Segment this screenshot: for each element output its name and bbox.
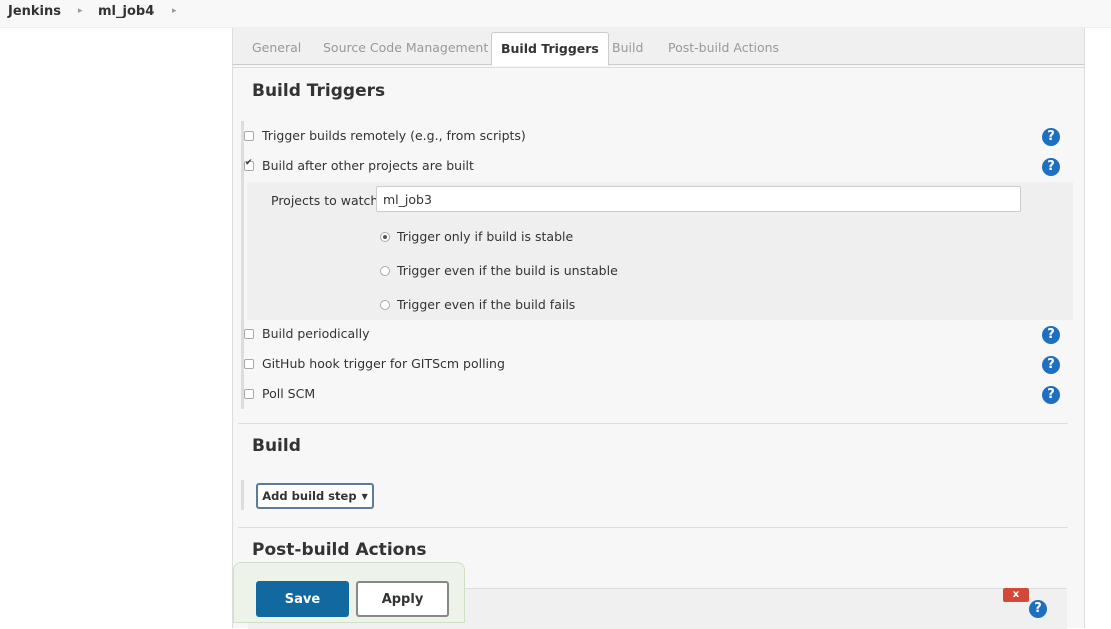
build-triggers-heading: Build Triggers (252, 81, 386, 101)
add-build-step-button[interactable]: Add build step ▼ (256, 483, 374, 509)
radio-unstable-row[interactable]: Trigger even if the build is unstable (380, 263, 618, 278)
github-hook-row[interactable]: GitHub hook trigger for GITScm polling (244, 356, 505, 371)
breadcrumb-separator-icon[interactable]: ▸ (78, 6, 83, 16)
help-icon[interactable]: ? (1042, 386, 1060, 404)
caret-down-icon: ▼ (361, 491, 368, 501)
breadcrumb-separator-icon[interactable]: ▸ (172, 6, 177, 16)
radio-fails[interactable] (380, 299, 390, 310)
build-after-label: Build after other projects are built (262, 158, 474, 173)
save-button[interactable]: Save (256, 581, 349, 617)
divider (238, 527, 1068, 528)
radio-stable-row[interactable]: Trigger only if build is stable (380, 229, 573, 244)
radio-unstable-label: Trigger even if the build is unstable (397, 263, 618, 278)
tab-build-triggers[interactable]: Build Triggers (491, 32, 609, 66)
help-icon[interactable]: ? (1042, 128, 1060, 146)
tab-general[interactable]: General (252, 40, 301, 55)
config-tabs: General Source Code Management Build Tri… (233, 28, 1084, 66)
build-periodically-checkbox[interactable] (244, 328, 254, 339)
tab-post-build-actions[interactable]: Post-build Actions (668, 40, 779, 55)
help-icon[interactable]: ? (1042, 326, 1060, 344)
build-periodically-label: Build periodically (262, 326, 370, 341)
radio-stable-label: Trigger only if build is stable (397, 229, 574, 244)
build-after-options: Projects to watch Trigger only if build … (247, 182, 1073, 320)
config-panel: General Source Code Management Build Tri… (232, 28, 1085, 629)
radio-fails-row[interactable]: Trigger even if the build fails (380, 297, 575, 312)
radio-fails-label: Trigger even if the build fails (397, 297, 576, 312)
help-icon[interactable]: ? (1042, 158, 1060, 176)
delete-action-button[interactable]: x (1003, 588, 1029, 602)
build-after-row[interactable]: Build after other projects are built (244, 158, 474, 173)
trigger-remote-row[interactable]: Trigger builds remotely (e.g., from scri… (244, 128, 526, 143)
help-icon[interactable]: ? (1042, 356, 1060, 374)
save-apply-bar: Save Apply (233, 562, 465, 623)
radio-stable[interactable] (380, 231, 390, 242)
breadcrumb-job[interactable]: ml_job4 (98, 4, 154, 19)
projects-to-watch-input[interactable] (376, 186, 1021, 212)
section-indent-bar (241, 480, 244, 510)
trigger-remote-checkbox[interactable] (244, 130, 254, 141)
add-build-step-label: Add build step (262, 489, 357, 503)
help-icon[interactable]: ? (1029, 600, 1047, 618)
tab-source-code-management[interactable]: Source Code Management (323, 40, 488, 55)
projects-to-watch-label: Projects to watch (271, 193, 379, 208)
github-hook-checkbox[interactable] (244, 358, 254, 369)
breadcrumb: Jenkins ▸ ml_job4 ▸ (0, 0, 1111, 28)
breadcrumb-jenkins[interactable]: Jenkins (8, 4, 61, 19)
trigger-remote-label: Trigger builds remotely (e.g., from scri… (262, 128, 526, 143)
radio-unstable[interactable] (380, 265, 390, 276)
poll-scm-checkbox[interactable] (244, 388, 254, 399)
tab-build[interactable]: Build (612, 40, 643, 55)
post-build-heading: Post-build Actions (252, 540, 427, 560)
build-periodically-row[interactable]: Build periodically (244, 326, 370, 341)
apply-button[interactable]: Apply (356, 581, 449, 617)
poll-scm-label: Poll SCM (262, 386, 316, 401)
build-heading: Build (252, 436, 301, 456)
divider (238, 423, 1068, 424)
github-hook-label: GitHub hook trigger for GITScm polling (262, 356, 505, 371)
divider (233, 67, 1084, 68)
poll-scm-row[interactable]: Poll SCM (244, 386, 315, 401)
build-after-checkbox[interactable] (244, 158, 254, 171)
